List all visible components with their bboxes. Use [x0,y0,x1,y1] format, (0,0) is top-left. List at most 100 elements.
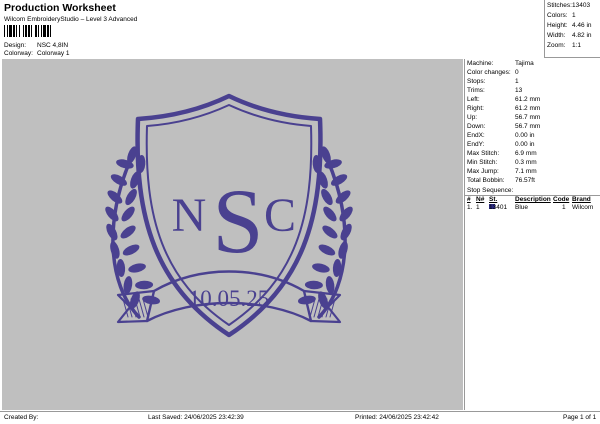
info-label: Max Stitch: [467,150,500,157]
info-label: Total Bobbin: [467,177,505,184]
info-max-stitch: Max Stitch: 6.9 mm [467,150,537,157]
info-value: 0.00 in [515,141,535,148]
col-header-number: # [467,196,471,203]
info-label: Color changes: [467,69,511,76]
date-text: 10.05.25 [189,286,270,311]
laurel-leaf [312,263,330,273]
info-label: EndX: [467,132,485,139]
col-header-stitches: St. [489,196,498,203]
col-header-needle: N# [476,196,485,203]
created-by: Created By: [4,414,39,421]
worksheet-header: Production Worksheet Wilcom EmbroiderySt… [0,0,544,58]
stat-label: Colors: [547,12,568,19]
design-name: NSC 4,8IN [37,42,69,49]
embroidery-design: N S C 10.05.25 [105,93,353,338]
info-value: 0.3 mm [515,159,537,166]
production-worksheet: Production Worksheet Wilcom EmbroiderySt… [0,0,600,424]
table-row[interactable]: 1. 1 13401 Blue 1 Wilcom [465,204,600,212]
info-stops: Stops: 1 [467,78,519,85]
colorway-label: Colorway: [4,50,33,57]
laurel-leaf [128,263,146,273]
row-stitches: 13401 [489,204,508,211]
printed-date: Printed: 24/06/2025 23:42:42 [355,414,439,421]
col-header-description: Description [515,196,551,203]
stat-value: 13403 [572,2,591,9]
col-header-brand: Brand [572,196,591,203]
design-stats: Stitches:13403 Colors: 1 Height: 4.46 in W… [544,0,600,58]
laurel-leaf [121,206,135,222]
laurel-leaf [321,188,333,206]
worksheet-title: Production Worksheet [4,2,116,14]
col-header-code: Code [553,196,570,203]
software-name: Wilcom EmbroideryStudio – Level 3 Advanc… [4,16,138,23]
info-left: Left: 61.2 mm [467,96,540,103]
last-saved: Last Saved: 24/06/2025 23:42:39 [148,414,244,421]
laurel-leaf [135,280,154,290]
row-description: Blue [515,204,529,211]
laurel-leaf [105,206,119,222]
info-value: 56.7 mm [515,123,541,130]
info-value: 0 [515,69,519,76]
colorway-name: Colorway 1 [37,50,70,57]
stat-value: 1:1 [572,42,582,49]
info-total-bobbin: Total Bobbin: 76.57ft [467,177,535,184]
info-value: 0.00 in [515,132,535,139]
stat-stitches: Stitches:13403 [547,2,590,9]
page-number: Page 1 of 1 [563,414,597,421]
info-up: Up: 56.7 mm [467,114,540,121]
info-label: Max Jump: [467,168,499,175]
info-value: 61.2 mm [515,96,541,103]
row-code: 1 [562,204,566,211]
info-right: Right: 61.2 mm [467,105,540,112]
laurel-leaf [304,280,323,290]
laurel-leaf [338,241,348,259]
stat-height: Height: 4.46 in [547,22,592,29]
design-canvas[interactable]: N S C 10.05.25 [2,59,463,410]
info-label: Min Stitch: [467,159,498,166]
laurel-leaf [318,244,336,256]
stat-width: Width: 4.82 in [547,32,592,39]
info-color-changes: Color changes: 0 [467,69,519,76]
machine-info-panel: Machine: Tajima Color changes: 0 Stops: 1 T… [464,59,600,410]
laurel-leaf [120,225,136,239]
info-value: 7.1 mm [515,168,537,175]
info-max-jump: Max Jump: 7.1 mm [467,168,537,175]
stat-label: Stitches: [547,2,572,9]
info-label: Trims: [467,87,485,94]
laurel-leaf [125,188,137,206]
info-endy: EndY: 0.00 in [467,141,535,148]
row-number: 1. [467,204,473,211]
laurel-leaf [339,206,353,222]
stat-colors: Colors: 1 [547,12,576,19]
laurel-leaves-left [105,146,160,309]
info-value: 13 [515,87,523,94]
laurel-leaf [110,241,120,259]
info-label: Up: [467,114,478,121]
stat-value: 1 [572,12,576,19]
info-down: Down: 56.7 mm [467,123,540,130]
laurel-leaf [322,225,338,239]
stat-value: 4.46 in [572,22,592,29]
stop-sequence-title: Stop Sequence: [467,187,514,194]
monogram-letter-center: S [212,170,263,272]
design-label: Design: [4,42,27,49]
design-row: Design: NSC 4,8IN [4,42,68,49]
info-trims: Trims: 13 [467,87,522,94]
stop-sequence-table: # N# St. Description Code Brand 1. 1 134… [465,195,600,212]
stat-zoom: Zoom: 1:1 [547,42,581,49]
laurel-leaf [323,206,337,222]
stat-label: Zoom: [547,42,566,49]
info-value: 56.7 mm [515,114,541,121]
laurel-leaves-right [298,146,353,309]
info-value: 76.57ft [515,177,535,184]
monogram-letter-left: N [172,189,207,242]
info-label: Stops: [467,78,486,85]
info-label: Machine: [467,60,494,67]
barcode-icon [4,25,51,37]
info-label: Right: [467,105,484,112]
info-value: 61.2 mm [515,105,541,112]
info-endx: EndX: 0.00 in [467,132,535,139]
info-label: EndY: [467,141,485,148]
laurel-leaf [122,244,140,256]
monogram-letter-right: C [264,189,296,242]
